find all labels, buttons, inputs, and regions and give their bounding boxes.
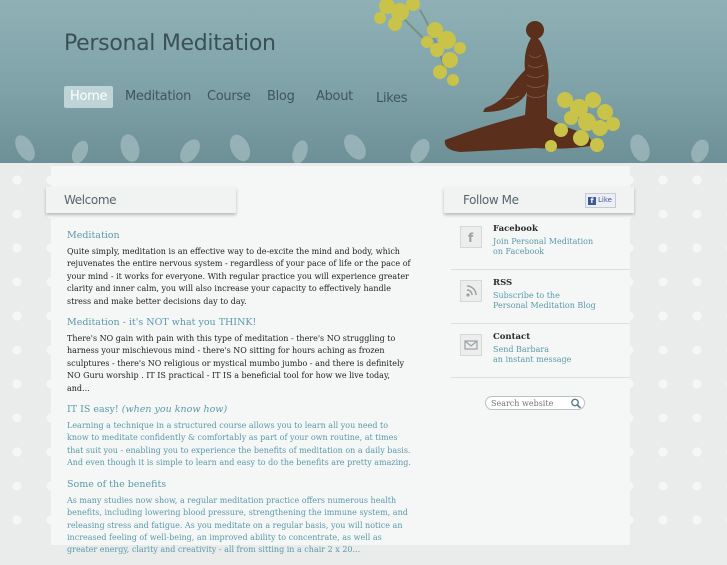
rss-link[interactable]: Subscribe to the Personal Meditation Blog: [493, 291, 596, 310]
search-box: [485, 396, 585, 410]
facebook-title: Facebook: [493, 224, 538, 234]
section-heading-italic: (when you know how): [121, 404, 228, 416]
section-heading-group: IT IS easy! (when you know how): [67, 403, 412, 417]
section-heading: IT IS easy!: [67, 404, 119, 416]
section-body: Learning a technique in a structured cou…: [67, 421, 411, 468]
search-input[interactable]: [491, 398, 565, 408]
mail-icon[interactable]: [460, 334, 482, 356]
facebook-link-line2[interactable]: on Facebook: [493, 247, 544, 256]
follow-title: Follow Me: [463, 193, 519, 207]
rss-link-line2[interactable]: Personal Meditation Blog: [493, 301, 596, 310]
facebook-link[interactable]: Join Personal Meditation on Facebook: [493, 237, 593, 256]
facebook-like-button[interactable]: f Like: [585, 193, 616, 208]
contact-title: Contact: [493, 332, 531, 342]
section-body: Quite simply, meditation is an effective…: [67, 247, 411, 306]
contact-link-line1[interactable]: Send Barbara: [493, 345, 549, 354]
facebook-small-icon: f: [588, 197, 596, 205]
section-body: As many studies now show, a regular medi…: [67, 495, 408, 555]
nav-course[interactable]: Course: [207, 86, 251, 108]
follow-facebook[interactable]: f Facebook Join Personal Meditation on Fa…: [451, 216, 630, 270]
nav-blog[interactable]: Blog: [267, 86, 295, 108]
contact-link-line2[interactable]: an instant message: [493, 355, 571, 364]
follow-me-tab: Follow Me f Like: [444, 187, 634, 213]
welcome-tab: Welcome: [46, 187, 236, 213]
section-heading: Meditation: [67, 230, 120, 241]
svg-text:f: f: [468, 231, 474, 245]
rss-link-line1[interactable]: Subscribe to the: [493, 291, 560, 300]
rss-title: RSS: [493, 278, 513, 288]
nav-home[interactable]: Home: [64, 86, 114, 108]
follow-sidebar: f Facebook Join Personal Meditation on Fa…: [451, 216, 630, 378]
section-heading: Some of the benefits: [67, 478, 167, 490]
follow-rss[interactable]: RSS Subscribe to the Personal Meditation …: [451, 270, 630, 324]
nav-about[interactable]: About: [316, 86, 353, 108]
nav-meditation[interactable]: Meditation: [125, 86, 191, 108]
rss-icon[interactable]: [460, 280, 482, 302]
facebook-link-line1[interactable]: Join Personal Meditation: [493, 237, 593, 246]
like-label: Like: [598, 196, 612, 204]
search-icon[interactable]: [570, 398, 582, 409]
section-heading: Meditation - it's NOT what you THINK!: [67, 317, 257, 329]
site-header: Personal Meditation Home Meditation Cour…: [0, 0, 727, 163]
contact-link[interactable]: Send Barbara an instant message: [493, 345, 571, 364]
facebook-icon[interactable]: f: [460, 226, 482, 248]
meditation-illustration: [374, 0, 620, 152]
welcome-title: Welcome: [64, 193, 117, 207]
section-body: There's NO gain with pain with this type…: [67, 334, 405, 393]
site-title[interactable]: Personal Meditation: [64, 31, 276, 56]
follow-contact[interactable]: Contact Send Barbara an instant message: [451, 324, 630, 378]
welcome-content: Meditation Quite simply, meditation is a…: [67, 229, 412, 565]
